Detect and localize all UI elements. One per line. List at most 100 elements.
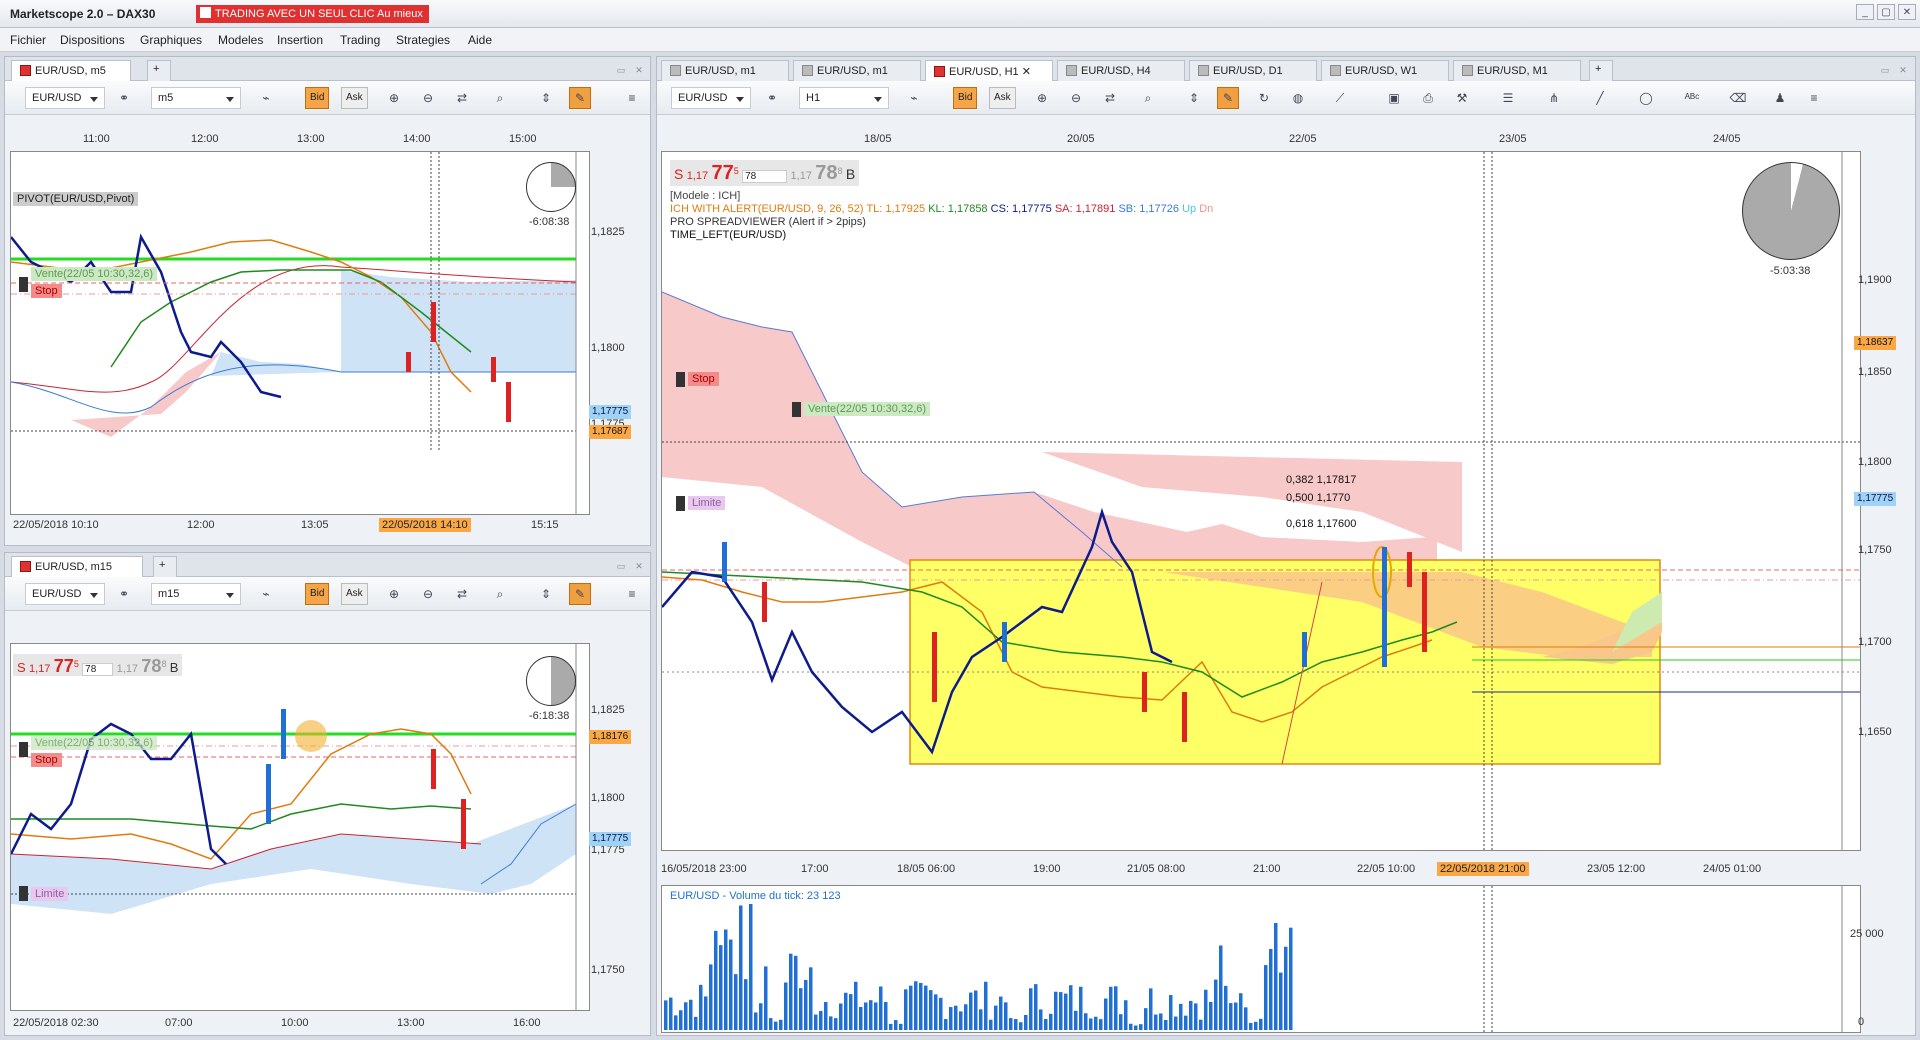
chart-type-icon[interactable]: ⌁ — [255, 583, 277, 605]
menu-aide[interactable]: Aide — [468, 33, 492, 47]
m15-order-label[interactable]: Vente(22/05 10:30,32,6) — [31, 736, 158, 750]
tab-eurusd-mn1[interactable]: EUR/USD, M1 — [1453, 60, 1581, 81]
m5-stop-label[interactable]: Stop — [31, 284, 62, 298]
ask-button[interactable]: Ask — [989, 87, 1016, 109]
h1-order-label[interactable]: Vente(22/05 10:30,32,6) — [804, 402, 931, 416]
h1-quote-box[interactable]: S 1,17 775 78 1,17 788 B — [670, 160, 860, 186]
tab-eurusd-h4[interactable]: EUR/USD, H4 — [1057, 60, 1185, 81]
tab-eurusd-w1[interactable]: EUR/USD, W1 — [1321, 60, 1449, 81]
bid-button[interactable]: Bid — [305, 583, 330, 605]
order-handle[interactable] — [792, 402, 801, 417]
menu-fichier[interactable]: Fichier — [10, 33, 46, 47]
chart-type-icon[interactable]: ⌁ — [903, 87, 925, 109]
globe-icon[interactable]: ◍ — [1287, 87, 1309, 109]
add-tab-button[interactable]: + — [1589, 60, 1613, 81]
menu-strategies[interactable]: Strategies — [396, 33, 450, 47]
timeframe-select[interactable]: m5 — [151, 87, 241, 109]
panel-restore-icon[interactable]: ▭ — [1879, 64, 1891, 76]
zoom-out-icon[interactable]: ⊖ — [417, 87, 439, 109]
panel-close-icon[interactable]: ✕ — [1897, 64, 1909, 76]
h1-stop-label[interactable]: Stop — [688, 372, 719, 386]
pitchfork-icon[interactable]: ⋔ — [1543, 87, 1565, 109]
panel-close-icon[interactable]: ✕ — [633, 560, 645, 572]
scroll-icon[interactable]: ⇄ — [1099, 87, 1121, 109]
panel-close-icon[interactable]: ✕ — [633, 64, 645, 76]
symbol-select[interactable]: EUR/USD — [25, 87, 105, 109]
refresh-icon[interactable]: ↻ — [1253, 87, 1275, 109]
promo-banner[interactable]: TRADING AVEC UN SEUL CLIC Au mieux — [196, 5, 429, 23]
menu-trading[interactable]: Trading — [340, 33, 380, 47]
order-handle[interactable] — [19, 742, 28, 757]
limit-handle[interactable] — [676, 496, 685, 511]
limit-handle[interactable] — [19, 886, 28, 901]
h1-limit-label[interactable]: Limite — [688, 496, 726, 510]
annotation-icon[interactable]: ✎ — [569, 583, 591, 605]
timeframe-select[interactable]: H1 — [799, 87, 889, 109]
ruler-icon[interactable]: ⟋ — [1329, 87, 1351, 109]
scroll-icon[interactable]: ⇄ — [451, 583, 473, 605]
search-icon[interactable]: ⌕ — [1137, 87, 1159, 109]
toolbar-more-icon[interactable]: ≡ — [1803, 87, 1825, 109]
m5-order-label[interactable]: Vente(22/05 10:30,32,6) — [31, 267, 158, 281]
panel-restore-icon[interactable]: ▭ — [615, 64, 627, 76]
link-icon[interactable]: ⚭ — [113, 87, 135, 109]
image-icon[interactable]: ▣ — [1383, 87, 1405, 109]
bid-button[interactable]: Bid — [953, 87, 978, 109]
add-tab-button[interactable]: + — [153, 556, 177, 577]
ellipse-icon[interactable]: ◯ — [1635, 87, 1657, 109]
link-icon[interactable]: ⚭ — [761, 87, 783, 109]
panel-restore-icon[interactable]: ▭ — [615, 560, 627, 572]
tab-eurusd-h1[interactable]: EUR/USD, H1 ✕ — [925, 60, 1053, 81]
menu-graphiques[interactable]: Graphiques — [140, 33, 202, 47]
m15-stop-label[interactable]: Stop — [31, 753, 62, 767]
order-handle[interactable] — [676, 372, 685, 387]
text-icon[interactable]: ᴬᴮᶜ — [1681, 87, 1703, 109]
minimize-button[interactable]: _ — [1856, 4, 1874, 20]
print-icon[interactable]: ⎙ — [1417, 87, 1439, 109]
order-handle[interactable] — [19, 277, 28, 292]
link-icon[interactable]: ⚭ — [113, 583, 135, 605]
tab-eurusd-m1-2[interactable]: EUR/USD, m1 — [793, 60, 921, 81]
strategy-icon[interactable]: ♟ — [1769, 87, 1791, 109]
eraser-icon[interactable]: ⌫ — [1727, 87, 1749, 109]
zoom-in-icon[interactable]: ⊕ — [1031, 87, 1053, 109]
ask-button[interactable]: Ask — [341, 583, 368, 605]
add-tab-button[interactable]: + — [147, 60, 171, 81]
ask-button[interactable]: Ask — [341, 87, 368, 109]
volume-pane[interactable]: EUR/USD - Volume du tick: 23 123 25 000 … — [661, 885, 1884, 1033]
tab-eurusd-d1[interactable]: EUR/USD, D1 — [1189, 60, 1317, 81]
fit-icon[interactable]: ⇕ — [535, 87, 557, 109]
zoom-in-icon[interactable]: ⊕ — [383, 583, 405, 605]
bid-button[interactable]: Bid — [305, 87, 330, 109]
toolbar-more-icon[interactable]: ≡ — [621, 87, 643, 109]
timeframe-select[interactable]: m15 — [151, 583, 241, 605]
m15-quote-box[interactable]: S 1,17 775 78 1,17 788 B — [13, 654, 183, 676]
lines-icon[interactable]: ☰ — [1497, 87, 1519, 109]
search-icon[interactable]: ⌕ — [489, 583, 511, 605]
tools-icon[interactable]: ⚒ — [1451, 87, 1473, 109]
zoom-out-icon[interactable]: ⊖ — [417, 583, 439, 605]
symbol-select[interactable]: EUR/USD — [671, 87, 751, 109]
m5-indicator-label[interactable]: PIVOT(EUR/USD,Pivot) — [13, 192, 139, 206]
trendline-icon[interactable]: ╱ — [1589, 87, 1611, 109]
tab-eurusd-m5[interactable]: EUR/USD, m5 — [11, 60, 131, 81]
zoom-out-icon[interactable]: ⊖ — [1065, 87, 1087, 109]
annotation-icon[interactable]: ✎ — [1217, 87, 1239, 109]
menu-dispositions[interactable]: Dispositions — [60, 33, 125, 47]
scroll-icon[interactable]: ⇄ — [451, 87, 473, 109]
chart-h1[interactable]: S 1,17 775 78 1,17 788 B [Modele : ICH] … — [661, 151, 1897, 851]
fit-icon[interactable]: ⇕ — [1183, 87, 1205, 109]
toolbar-more-icon[interactable]: ≡ — [621, 583, 643, 605]
tab-eurusd-m1[interactable]: EUR/USD, m1 — [661, 60, 789, 81]
tab-eurusd-m15[interactable]: EUR/USD, m15 — [11, 556, 143, 577]
chart-m15[interactable]: S 1,17 775 78 1,17 788 B -6:18:38 Vente(… — [10, 643, 632, 1011]
search-icon[interactable]: ⌕ — [489, 87, 511, 109]
maximize-button[interactable]: ▢ — [1877, 4, 1895, 20]
m15-limit-label[interactable]: Limite — [31, 887, 69, 901]
zoom-in-icon[interactable]: ⊕ — [383, 87, 405, 109]
chart-type-icon[interactable]: ⌁ — [255, 87, 277, 109]
symbol-select[interactable]: EUR/USD — [25, 583, 105, 605]
chart-m5[interactable]: PIVOT(EUR/USD,Pivot) -6:08:38 Vente(22/0… — [10, 151, 632, 515]
menu-insertion[interactable]: Insertion — [277, 33, 323, 47]
close-button[interactable]: ✕ — [1898, 4, 1916, 20]
